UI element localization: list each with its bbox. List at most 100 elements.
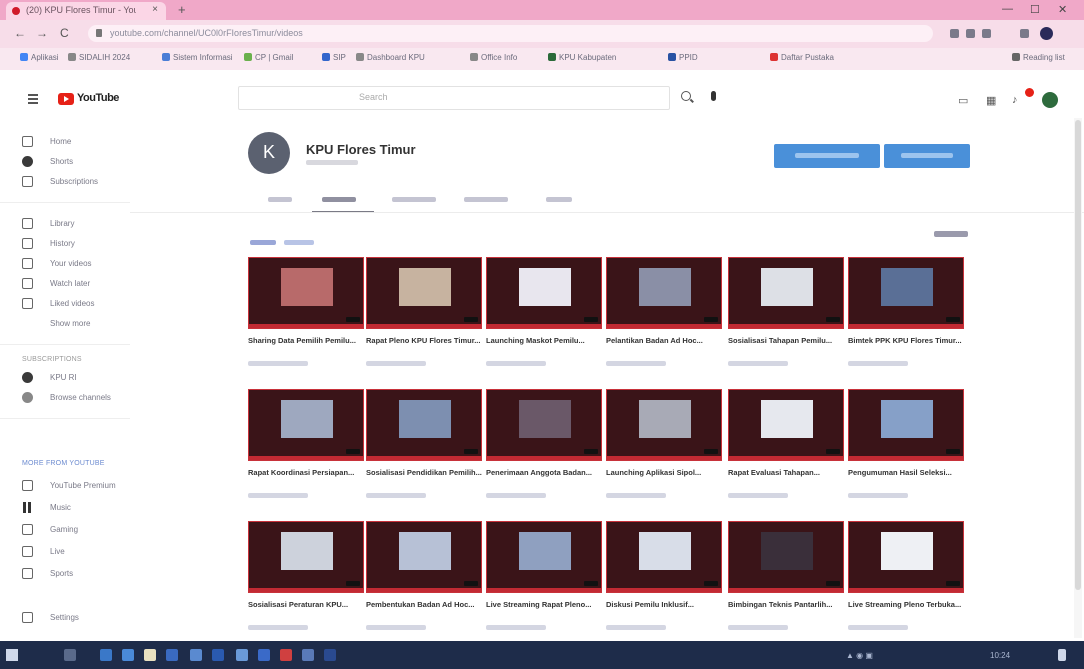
extension-icon[interactable] [966,29,975,38]
notifications-bell-icon[interactable]: ♪ [1012,94,1018,106]
video-card[interactable]: Live Streaming Rapat Pleno... [486,521,602,651]
sidebar-item-shorts[interactable]: Shorts [22,154,127,170]
apps-grid-icon[interactable]: ▦ [986,94,996,107]
video-title[interactable]: Pembentukan Badan Ad Hoc... [366,600,482,610]
microphone-icon[interactable] [711,91,716,101]
search-icon[interactable] [681,91,691,101]
taskbar-app-icon[interactable] [100,649,112,661]
taskbar-app-icon[interactable] [166,649,178,661]
bookmark-item[interactable]: SIDALIH 2024 [68,53,130,62]
video-thumbnail[interactable] [848,257,964,329]
video-card[interactable]: Sosialisasi Peraturan KPU... [248,521,364,651]
search-taskbar-icon[interactable] [64,649,76,661]
sidebar-item-library[interactable]: Library [22,216,127,232]
taskbar-app-icon[interactable] [280,649,292,661]
manage-videos-button[interactable] [884,144,970,168]
sidebar-item-settings[interactable]: Settings [22,610,127,626]
video-title[interactable]: Rapat Evaluasi Tahapan... [728,468,844,478]
video-title[interactable]: Live Streaming Pleno Terbuka... [848,600,964,610]
video-card[interactable]: Rapat Evaluasi Tahapan... [728,389,844,519]
video-title[interactable]: Sosialisasi Pendidikan Pemilih... [366,468,482,478]
taskbar-app-icon[interactable] [302,649,314,661]
bookmark-item[interactable]: Dashboard KPU [356,53,425,62]
maximize-button[interactable]: ☐ [1030,3,1040,16]
windows-start-icon[interactable] [6,649,18,661]
scrollbar-thumb[interactable] [1075,120,1081,590]
sidebar-item-sports[interactable]: Sports [22,566,127,582]
reading-list-button[interactable]: Reading list [1012,53,1065,62]
video-card[interactable]: Rapat Koordinasi Persiapan... [248,389,364,519]
bookmark-item[interactable]: SIP [322,53,346,62]
video-title[interactable]: Sosialisasi Tahapan Pemilu... [728,336,844,346]
sidebar-item-subscriptions[interactable]: Subscriptions [22,174,127,190]
taskbar-app-icon[interactable] [212,649,224,661]
video-card[interactable]: Launching Aplikasi Sipol... [606,389,722,519]
taskbar-app-icon[interactable] [258,649,270,661]
video-title[interactable]: Penerimaan Anggota Badan... [486,468,602,478]
close-window-button[interactable]: ✕ [1058,3,1067,16]
video-thumbnail[interactable] [728,389,844,461]
video-card[interactable]: Pembentukan Badan Ad Hoc... [366,521,482,651]
extension-icon[interactable] [950,29,959,38]
video-thumbnail[interactable] [606,389,722,461]
browser-profile-avatar[interactable] [1040,27,1053,40]
notification-center-icon[interactable] [1058,649,1066,661]
sidebar-item-gaming[interactable]: Gaming [22,522,127,538]
extension-icon[interactable] [982,29,991,38]
search-input[interactable]: Search [238,86,670,110]
video-thumbnail[interactable] [366,389,482,461]
bookmark-item[interactable]: Aplikasi [20,53,59,62]
video-card[interactable]: Sharing Data Pemilih Pemilu... [248,257,364,387]
sidebar-item-live[interactable]: Live [22,544,127,560]
video-thumbnail[interactable] [728,521,844,593]
tab-videos[interactable] [312,193,374,213]
sort-by-button[interactable] [934,231,968,237]
video-thumbnail[interactable] [248,521,364,593]
video-thumbnail[interactable] [606,521,722,593]
sidebar-item-premium[interactable]: YouTube Premium [22,478,127,494]
sidebar-item-home[interactable]: Home [22,134,127,150]
video-thumbnail[interactable] [366,521,482,593]
bookmark-item[interactable]: CP | Gmail [244,53,293,62]
channel-avatar[interactable]: K [248,132,290,174]
create-video-icon[interactable]: ▭ [958,94,968,107]
sidebar-item-history[interactable]: History [22,236,127,252]
minimize-button[interactable]: — [1002,3,1013,15]
video-thumbnail[interactable] [728,257,844,329]
video-card[interactable]: Launching Maskot Pemilu... [486,257,602,387]
video-title[interactable]: Rapat Koordinasi Persiapan... [248,468,364,478]
taskbar-app-icon[interactable] [190,649,202,661]
bookmark-item[interactable]: Sistem Informasi [162,53,233,62]
tab-home[interactable] [268,193,292,211]
bookmark-item[interactable]: Office Info [470,53,517,62]
tab-playlists[interactable] [392,193,436,211]
video-card[interactable]: Sosialisasi Tahapan Pemilu... [728,257,844,387]
tab-community[interactable] [464,193,508,211]
sidebar-item-show-more[interactable]: Show more [22,316,127,332]
user-avatar[interactable] [1042,92,1058,108]
uploads-filter-button[interactable] [250,232,314,245]
video-thumbnail[interactable] [606,257,722,329]
sidebar-item-liked-videos[interactable]: Liked videos [22,296,127,312]
forward-button[interactable]: → [36,26,48,40]
video-thumbnail[interactable] [848,389,964,461]
taskbar-app-icon[interactable] [144,649,156,661]
video-card[interactable]: Pelantikan Badan Ad Hoc... [606,257,722,387]
video-card[interactable]: Bimtek PPK KPU Flores Timur... [848,257,964,387]
sidebar-item-browse-channels[interactable]: Browse channels [22,390,127,406]
video-thumbnail[interactable] [486,389,602,461]
video-title[interactable]: Launching Maskot Pemilu... [486,336,602,346]
video-thumbnail[interactable] [848,521,964,593]
video-thumbnail[interactable] [486,521,602,593]
new-tab-button[interactable]: + [178,2,186,17]
video-thumbnail[interactable] [248,257,364,329]
video-title[interactable]: Bimtek PPK KPU Flores Timur... [848,336,964,346]
browser-tab[interactable]: (20) KPU Flores Timur - YouTube × [6,2,166,20]
video-thumbnail[interactable] [366,257,482,329]
close-tab-icon[interactable]: × [152,4,158,15]
video-title[interactable]: Diskusi Pemilu Inklusif... [606,600,722,610]
sidebar-item-subscription[interactable]: KPU RI [22,370,127,386]
back-button[interactable]: ← [14,26,26,40]
video-title[interactable]: Launching Aplikasi Sipol... [606,468,722,478]
page-scrollbar[interactable] [1074,118,1082,638]
